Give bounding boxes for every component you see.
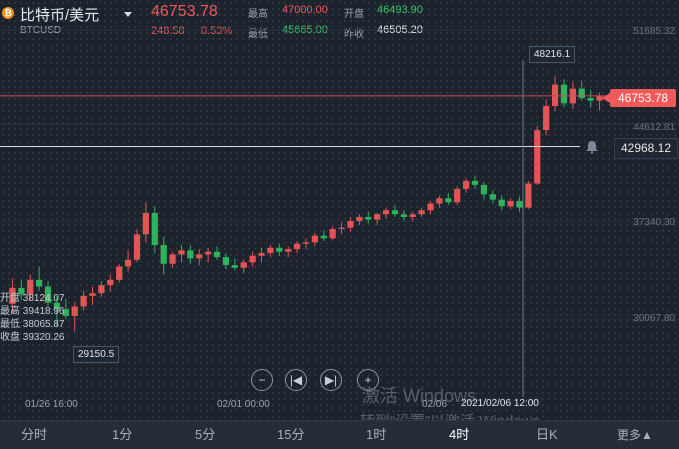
candle-body — [551, 84, 559, 107]
candle-body — [133, 234, 141, 260]
candle-body — [578, 88, 585, 98]
candle-body — [285, 249, 292, 252]
axis-label-2: 44612.81 — [633, 122, 675, 133]
candle-body — [436, 198, 443, 204]
candle-body — [302, 242, 310, 244]
candle-body — [391, 210, 399, 215]
candle-body — [507, 200, 514, 207]
candle-body — [205, 251, 212, 255]
tab-5min[interactable]: 5分 — [195, 421, 215, 449]
candle-body — [400, 214, 407, 217]
candle-body — [169, 254, 176, 264]
candle-body — [107, 279, 114, 286]
candle-body — [454, 188, 461, 203]
candle-body — [89, 293, 96, 296]
axis-label-1: 51685.32 — [633, 26, 675, 37]
candle-body — [222, 257, 230, 266]
date-label-2: 02/01 00:00 — [217, 399, 270, 410]
candle-body — [347, 220, 354, 228]
candle-body — [516, 200, 523, 208]
axis-label-4: 30067.80 — [633, 313, 675, 324]
candle-body — [534, 130, 541, 184]
tab-1min[interactable]: 1分 — [112, 421, 132, 449]
tab-timeshare[interactable]: 分时 — [21, 421, 47, 449]
ohlc-readout: 开盘 38124.07 最高 39418.96 最低 38065.87 收盘 3… — [0, 293, 65, 343]
candle-body — [587, 97, 594, 101]
candle-body — [276, 247, 283, 252]
candle-body — [480, 184, 488, 195]
candle-body — [311, 235, 319, 243]
candle-body — [187, 250, 194, 259]
candle-body — [427, 203, 434, 211]
candle-body — [409, 214, 416, 217]
more-menu[interactable]: 更多▲ — [617, 426, 653, 443]
candle-body — [71, 306, 78, 316]
candle-body — [418, 210, 425, 215]
prev-button[interactable]: |◀ — [285, 369, 307, 391]
candle-body — [471, 180, 479, 185]
zoom-out-button[interactable]: − — [251, 369, 273, 391]
candle-body — [498, 199, 505, 207]
candle-body — [543, 106, 550, 131]
tab-4hour[interactable]: 4时 — [449, 421, 469, 449]
candle-body — [374, 214, 381, 220]
candle-body — [213, 251, 221, 258]
candle-body — [98, 285, 105, 294]
candle-body — [320, 235, 327, 239]
candle-body — [463, 180, 470, 189]
next-button[interactable]: ▶| — [320, 369, 342, 391]
candle-body — [365, 216, 372, 220]
candle-body — [240, 262, 247, 268]
candle-body — [142, 212, 149, 235]
candle-body — [116, 266, 123, 280]
activation-watermark: 激活 Windows — [362, 386, 477, 406]
candle-body — [151, 212, 158, 246]
candle-body — [178, 250, 185, 255]
candle-body — [356, 216, 363, 221]
candle-body — [382, 210, 390, 215]
tab-15min[interactable]: 15分 — [277, 421, 304, 449]
chart-app: ₿ 比特币/美元 BTCUSD 46753.78 248.58 0.53% 最高… — [0, 0, 679, 449]
candle-body — [525, 183, 532, 208]
candle-body — [267, 247, 274, 254]
bell-icon[interactable] — [584, 140, 600, 154]
candle-body — [489, 194, 496, 200]
candle-body — [36, 279, 43, 287]
candle-body — [231, 265, 238, 268]
candle-body — [560, 84, 568, 104]
tab-1hour[interactable]: 1时 — [366, 421, 386, 449]
candle-body — [293, 243, 301, 250]
high-annotation: 48216.1 — [529, 46, 576, 63]
candle-body — [338, 227, 345, 229]
date-label-1: 01/26 16:00 — [25, 399, 78, 410]
tab-daily[interactable]: 日K — [536, 421, 558, 449]
candle-body — [329, 228, 336, 239]
axis-label-3: 37340.30 — [633, 217, 675, 228]
candle-body — [196, 254, 203, 259]
chevron-up-icon: ▲ — [641, 428, 653, 442]
candle-body — [80, 295, 87, 307]
candle-body — [249, 255, 256, 263]
candle-body — [160, 245, 167, 264]
alert-price-tag[interactable]: 42968.12 — [614, 138, 678, 159]
candle-body — [258, 253, 265, 256]
current-price-tag: 46753.78 — [602, 89, 676, 107]
candle-body — [445, 198, 452, 203]
low-annotation: 29150.5 — [73, 346, 120, 363]
candle-body — [124, 259, 132, 267]
timeframe-tabs: 分时 1分 5分 15分 1时 4时 日K — [0, 420, 679, 449]
